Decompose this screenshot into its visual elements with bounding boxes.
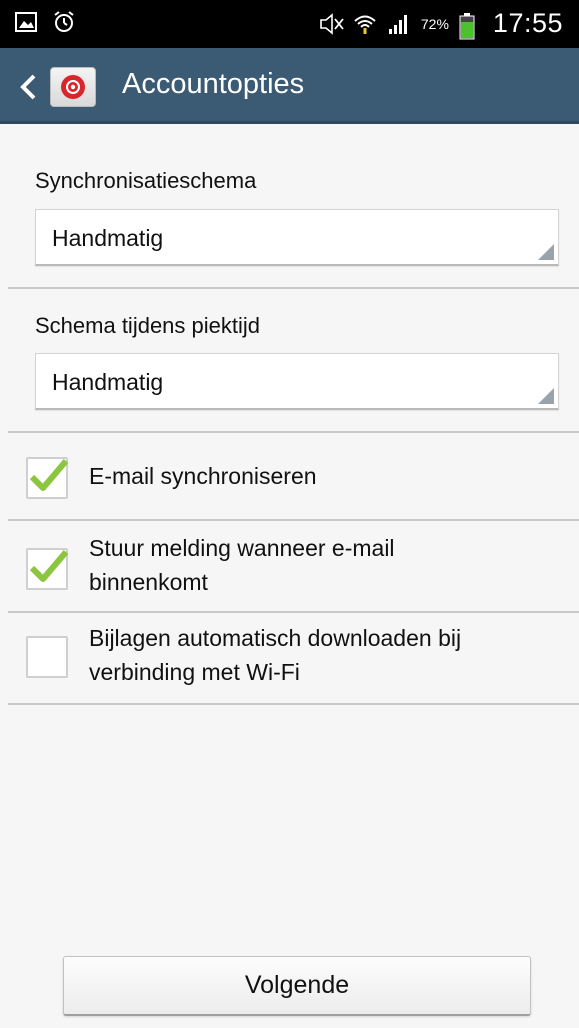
wifi-icon <box>353 12 377 36</box>
divider <box>8 703 579 705</box>
signal-icon <box>387 12 411 36</box>
clock: 17:55 <box>492 8 563 38</box>
peak-schedule-dropdown[interactable]: Handmatig <box>35 353 559 410</box>
next-button[interactable]: Volgende <box>63 956 531 1016</box>
email-app-icon <box>50 67 96 107</box>
checkmark-icon <box>29 550 69 582</box>
account-options-content: Synchronisatieschema Handmatig Schema ti… <box>0 127 579 1028</box>
checkmark-icon <box>29 459 69 491</box>
battery-icon <box>459 12 483 39</box>
alarm-icon <box>52 10 76 34</box>
battery-percent: 72% <box>420 15 449 32</box>
sync-schedule-label: Synchronisatieschema <box>35 168 257 193</box>
mute-icon <box>319 12 344 36</box>
divider <box>8 287 579 289</box>
auto-download-option[interactable]: Bijlagen automatisch downloaden bij verb… <box>0 613 579 703</box>
auto-download-label: Bijlagen automatisch downloaden bij verb… <box>89 625 462 685</box>
screen: 72% 17:55 Accountopties Synchronisatiesc… <box>0 0 579 1028</box>
page-title: Accountopties <box>122 68 305 100</box>
image-icon <box>14 10 38 34</box>
dropdown-corner-icon <box>538 244 554 260</box>
action-bar: Accountopties <box>0 48 579 124</box>
notify-email-option[interactable]: Stuur melding wanneer e-mail binnenkomt <box>0 521 579 611</box>
notify-email-checkbox[interactable] <box>26 548 69 590</box>
back-button[interactable] <box>8 64 118 110</box>
chevron-left-icon <box>18 72 38 102</box>
peak-schedule-label: Schema tijdens piektijd <box>35 313 261 338</box>
sync-email-checkbox[interactable] <box>26 457 69 499</box>
sync-schedule-dropdown[interactable]: Handmatig <box>35 209 559 266</box>
dropdown-corner-icon <box>538 388 554 404</box>
auto-download-checkbox[interactable] <box>26 636 68 678</box>
status-bar: 72% 17:55 <box>0 0 579 48</box>
peak-schedule-value: Handmatig <box>52 369 164 395</box>
notify-email-label: Stuur melding wanneer e-mail binnenkomt <box>89 535 395 595</box>
sync-email-option[interactable]: E-mail synchroniseren <box>0 433 579 521</box>
sync-schedule-value: Handmatig <box>52 225 164 251</box>
sync-email-label: E-mail synchroniseren <box>89 463 317 489</box>
